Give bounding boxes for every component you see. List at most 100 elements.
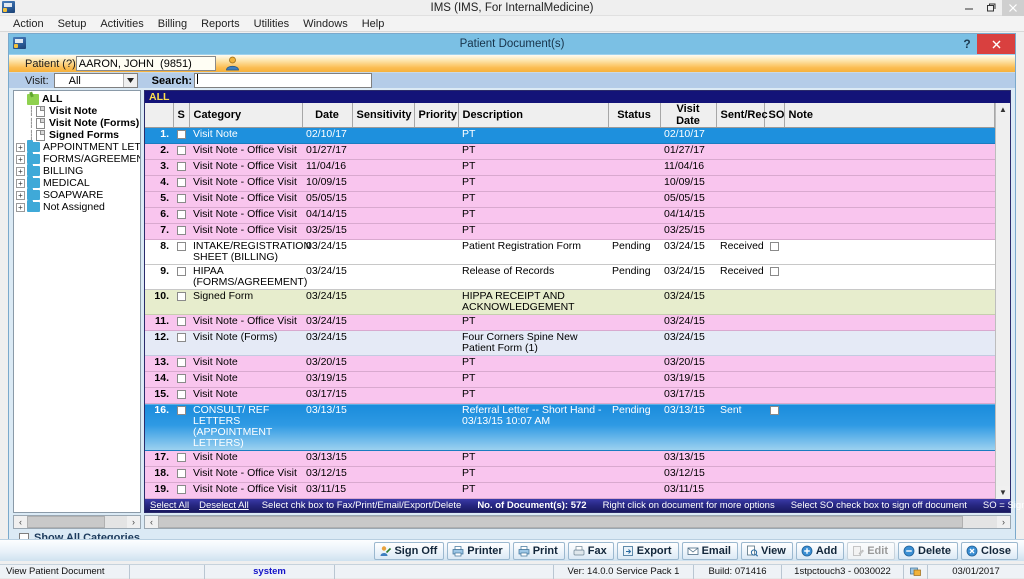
row-select-checkbox[interactable] bbox=[173, 223, 189, 240]
col-category[interactable]: Category bbox=[189, 103, 303, 128]
table-row[interactable]: 1. Visit Note 02/10/17 PT 02/10/17 bbox=[145, 127, 995, 144]
scroll-down-icon[interactable]: ▼ bbox=[996, 486, 1010, 499]
expand-icon[interactable]: + bbox=[16, 166, 25, 176]
signoff-checkbox[interactable] bbox=[764, 264, 784, 290]
delete-button[interactable]: Delete bbox=[898, 541, 959, 560]
row-select-checkbox[interactable] bbox=[173, 127, 189, 144]
expand-icon[interactable]: + bbox=[16, 202, 25, 212]
row-select-checkbox[interactable] bbox=[173, 175, 189, 192]
row-select-checkbox[interactable] bbox=[173, 482, 189, 499]
close-window-button[interactable]: Close bbox=[961, 541, 1018, 560]
table-row[interactable]: 10. Signed Form 03/24/15 HIPPA RECEIPT AND … bbox=[145, 289, 995, 315]
select-all-link[interactable]: Select All bbox=[145, 500, 194, 511]
tree-node-signed-forms[interactable]: ┆ Signed Forms bbox=[16, 129, 140, 141]
grid-tab-all[interactable]: ALL bbox=[145, 91, 1010, 103]
expand-icon[interactable]: + bbox=[16, 142, 25, 152]
row-select-checkbox[interactable] bbox=[173, 191, 189, 208]
tree-node-soapware[interactable]: + SOAPWARE bbox=[16, 188, 140, 201]
table-row[interactable]: 15. Visit Note 03/17/15 PT 03/17/15 bbox=[145, 387, 995, 404]
print-button[interactable]: Print bbox=[512, 541, 565, 560]
row-select-checkbox[interactable] bbox=[173, 264, 189, 290]
table-row[interactable]: 16. CONSULT/ REF LETTERS (APPOINTMENT LET… bbox=[145, 403, 995, 451]
col-s[interactable]: S bbox=[173, 103, 190, 128]
export-button[interactable]: Export bbox=[616, 541, 679, 560]
tree-node-billing[interactable]: + BILLING bbox=[16, 164, 140, 177]
col-description[interactable]: Description bbox=[458, 103, 609, 128]
table-row[interactable]: 2. Visit Note - Office Visit 01/27/17 PT 01/… bbox=[145, 143, 995, 160]
category-tree[interactable]: ALL ┆ Visit Note ┆ Visit Note (Forms) ┆ bbox=[13, 90, 141, 513]
col-date[interactable]: Date bbox=[302, 103, 353, 128]
menu-utilities[interactable]: Utilities bbox=[247, 16, 296, 32]
tree-node-forms-agreement[interactable]: + FORMS/AGREEMENT bbox=[16, 152, 140, 165]
email-button[interactable]: Email bbox=[681, 541, 738, 560]
grid-horizontal-scrollbar[interactable]: ‹ › bbox=[144, 515, 1011, 529]
col-rownum[interactable] bbox=[145, 103, 174, 128]
table-row[interactable]: 12. Visit Note (Forms) 03/24/15 Four Corner… bbox=[145, 330, 995, 356]
menu-billing[interactable]: Billing bbox=[151, 16, 194, 32]
scroll-up-icon[interactable]: ▲ bbox=[996, 103, 1010, 116]
signoff-checkbox[interactable] bbox=[764, 239, 784, 265]
menu-setup[interactable]: Setup bbox=[51, 16, 94, 32]
table-row[interactable]: 9. HIPAA (FORMS/AGREEMENT) 03/24/15 Release… bbox=[145, 264, 995, 290]
tree-node-medical[interactable]: + MEDICAL bbox=[16, 176, 140, 189]
col-note[interactable]: Note bbox=[784, 103, 995, 128]
deselect-all-link[interactable]: Deselect All bbox=[194, 500, 254, 511]
tree-horizontal-scrollbar[interactable]: ‹ › bbox=[13, 515, 141, 529]
add-button[interactable]: Add bbox=[795, 541, 845, 560]
col-sent-rec[interactable]: Sent/Rec bbox=[716, 103, 768, 128]
scroll-left-icon[interactable]: ‹ bbox=[14, 516, 27, 528]
col-visit-date[interactable]: Visit Date bbox=[660, 103, 717, 128]
scroll-track[interactable] bbox=[158, 516, 997, 528]
menu-action[interactable]: Action bbox=[6, 16, 51, 32]
table-row[interactable]: 14. Visit Note 03/19/15 PT 03/19/15 bbox=[145, 371, 995, 388]
row-select-checkbox[interactable] bbox=[173, 387, 189, 404]
row-select-checkbox[interactable] bbox=[173, 355, 189, 372]
tree-node-visit-note-forms[interactable]: ┆ Visit Note (Forms) bbox=[16, 117, 140, 129]
view-button[interactable]: View bbox=[740, 541, 793, 560]
table-row[interactable]: 11. Visit Note - Office Visit 03/24/15 PT 03… bbox=[145, 314, 995, 331]
tree-node-all[interactable]: ALL bbox=[16, 93, 140, 105]
tree-node-not-assigned[interactable]: + Not Assigned bbox=[16, 200, 140, 213]
scroll-track[interactable] bbox=[27, 516, 127, 528]
printer-button[interactable]: Printer bbox=[447, 541, 510, 560]
row-select-checkbox[interactable] bbox=[173, 403, 189, 451]
scroll-right-icon[interactable]: › bbox=[127, 516, 140, 528]
scroll-thumb[interactable] bbox=[158, 516, 964, 528]
table-row[interactable]: 18. Visit Note - Office Visit 03/12/15 PT 03… bbox=[145, 466, 995, 483]
table-row[interactable]: 5. Visit Note - Office Visit 05/05/15 PT 05/… bbox=[145, 191, 995, 208]
table-row[interactable]: 6. Visit Note - Office Visit 04/14/15 PT 04/… bbox=[145, 207, 995, 224]
table-row[interactable]: 8. INTAKE/REGISTRATION SHEET (BILLING) 03/… bbox=[145, 239, 995, 265]
fax-button[interactable]: Fax bbox=[567, 541, 614, 560]
scroll-right-icon[interactable]: › bbox=[997, 516, 1010, 528]
col-status[interactable]: Status bbox=[608, 103, 661, 128]
table-row[interactable]: 4. Visit Note - Office Visit 10/09/15 PT 10/… bbox=[145, 175, 995, 192]
tree-node-appointment-letter[interactable]: + APPOINTMENT LETTER bbox=[16, 140, 140, 153]
row-select-checkbox[interactable] bbox=[173, 450, 189, 467]
patient-lookup-icon[interactable] bbox=[224, 55, 241, 72]
scroll-thumb[interactable] bbox=[27, 516, 105, 528]
patient-input[interactable] bbox=[75, 56, 216, 71]
menu-help[interactable]: Help bbox=[355, 16, 392, 32]
row-select-checkbox[interactable] bbox=[173, 239, 189, 265]
table-row[interactable]: 13. Visit Note 03/20/15 PT 03/20/15 bbox=[145, 355, 995, 372]
tree-node-visit-note[interactable]: ┆ Visit Note bbox=[16, 105, 140, 117]
search-input[interactable] bbox=[194, 73, 372, 88]
row-select-checkbox[interactable] bbox=[173, 466, 189, 483]
scroll-track[interactable] bbox=[996, 116, 1010, 486]
expand-icon[interactable]: + bbox=[16, 190, 25, 200]
row-select-checkbox[interactable] bbox=[173, 207, 189, 224]
col-sensitivity[interactable]: Sensitivity bbox=[352, 103, 415, 128]
signoff-checkbox[interactable] bbox=[764, 403, 784, 451]
expand-icon[interactable]: + bbox=[16, 178, 25, 188]
scroll-left-icon[interactable]: ‹ bbox=[145, 516, 158, 528]
row-select-checkbox[interactable] bbox=[173, 143, 189, 160]
grid-vertical-scrollbar[interactable]: ▲ ▼ bbox=[995, 103, 1010, 499]
menu-activities[interactable]: Activities bbox=[93, 16, 150, 32]
row-select-checkbox[interactable] bbox=[173, 314, 189, 331]
table-row[interactable]: 17. Visit Note 03/13/15 PT 03/13/15 bbox=[145, 450, 995, 467]
table-row[interactable]: 3. Visit Note - Office Visit 11/04/16 PT 11/… bbox=[145, 159, 995, 176]
row-select-checkbox[interactable] bbox=[173, 371, 189, 388]
table-row[interactable]: 7. Visit Note - Office Visit 03/25/15 PT 03/… bbox=[145, 223, 995, 240]
sign-off-button[interactable]: Sign Off bbox=[374, 541, 445, 560]
visit-select[interactable]: All bbox=[53, 73, 138, 88]
